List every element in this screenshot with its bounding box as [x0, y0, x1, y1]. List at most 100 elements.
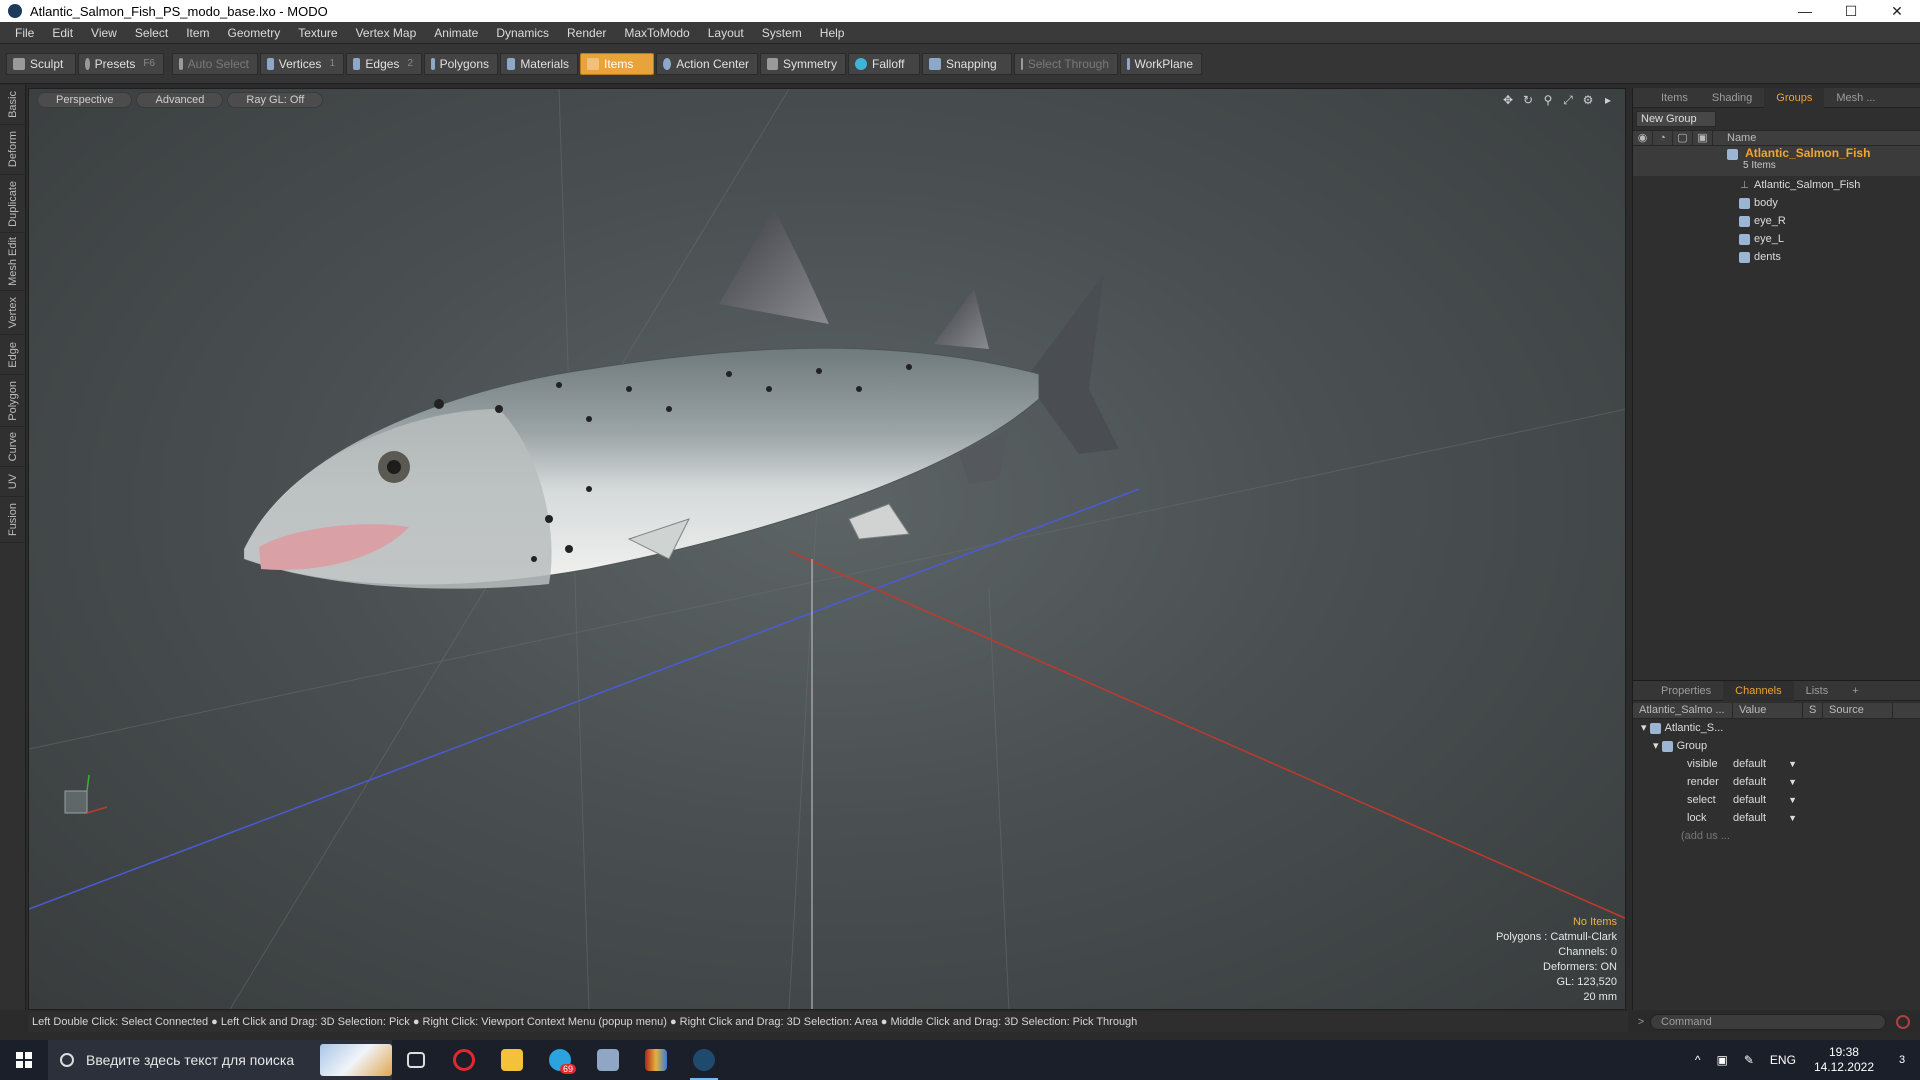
network-icon[interactable]: ▣ — [1709, 1053, 1736, 1067]
render-column-icon[interactable]: ◔ — [1653, 131, 1673, 145]
group-row-atlantic-salmon[interactable]: Atlantic_Salmon_Fish 5 Items — [1633, 146, 1920, 176]
sculpt-button[interactable]: Sculpt — [6, 52, 76, 75]
channel-row-visible[interactable]: visible default ▼ — [1633, 755, 1920, 773]
menu-item[interactable]: Item — [177, 22, 218, 44]
menu-dynamics[interactable]: Dynamics — [487, 22, 558, 44]
opera-taskbar-button[interactable] — [440, 1040, 488, 1080]
polygons-button[interactable]: Polygons — [424, 52, 498, 75]
tab-fusion[interactable]: Fusion — [0, 497, 26, 543]
tab-deform[interactable]: Deform — [0, 125, 26, 175]
app-taskbar-button[interactable] — [584, 1040, 632, 1080]
tab-add[interactable]: + — [1840, 681, 1870, 701]
channel-value-dropdown[interactable]: default ▼ — [1733, 755, 1803, 773]
language-indicator[interactable]: ENG — [1762, 1053, 1804, 1067]
menu-file[interactable]: File — [6, 22, 43, 44]
select-through-button[interactable]: Select Through — [1014, 52, 1118, 75]
vertices-button[interactable]: Vertices 1 — [260, 52, 344, 75]
menu-layout[interactable]: Layout — [699, 22, 753, 44]
tab-uv[interactable]: UV — [0, 467, 26, 497]
explorer-taskbar-button[interactable] — [488, 1040, 536, 1080]
visibility-column-icon[interactable]: ◉ — [1633, 131, 1653, 145]
channel-value-dropdown[interactable]: default ▼ — [1733, 773, 1803, 791]
pan-icon[interactable]: ✥ — [1501, 93, 1515, 107]
materials-button[interactable]: Materials — [500, 52, 578, 75]
menu-maxtomodo[interactable]: MaxToModo — [615, 22, 698, 44]
tab-basic[interactable]: Basic — [0, 85, 26, 125]
falloff-button[interactable]: Falloff — [848, 52, 920, 75]
task-view-button[interactable] — [392, 1040, 440, 1080]
channel-value-dropdown[interactable]: default ▼ — [1733, 809, 1803, 827]
rotate-icon[interactable]: ↻ — [1521, 93, 1535, 107]
tab-channels[interactable]: Channels — [1723, 680, 1794, 701]
add-user-channel-row[interactable]: (add us ... — [1633, 827, 1920, 845]
presets-button[interactable]: Presets F6 — [78, 52, 164, 75]
viewport-settings-icon[interactable]: ⚙ — [1581, 93, 1595, 107]
select-column-icon[interactable]: ▢ — [1673, 131, 1693, 145]
tab-lists[interactable]: Lists — [1794, 681, 1841, 701]
symmetry-button[interactable]: Symmetry — [760, 52, 846, 75]
channel-row-lock[interactable]: lock default ▼ — [1633, 809, 1920, 827]
taskbar-clock[interactable]: 19:38 14.12.2022 — [1804, 1045, 1884, 1075]
view-mode-button[interactable]: Perspective — [37, 92, 133, 108]
lock-column-icon[interactable]: ▣ — [1693, 131, 1713, 145]
menu-edit[interactable]: Edit — [43, 22, 82, 44]
menu-render[interactable]: Render — [558, 22, 615, 44]
list-item[interactable]: eye_R — [1633, 212, 1920, 230]
channel-value-dropdown[interactable]: default ▼ — [1733, 791, 1803, 809]
menu-system[interactable]: System — [753, 22, 811, 44]
menu-help[interactable]: Help — [811, 22, 854, 44]
workplane-button[interactable]: WorkPlane — [1120, 52, 1202, 75]
pen-icon[interactable]: ✎ — [1736, 1053, 1762, 1067]
tab-curve[interactable]: Curve — [0, 427, 26, 467]
menu-vertex-map[interactable]: Vertex Map — [347, 22, 426, 44]
telegram-taskbar-button[interactable]: 69 — [536, 1040, 584, 1080]
zoom-icon[interactable]: ⚲ — [1541, 93, 1555, 107]
list-item[interactable]: body — [1633, 194, 1920, 212]
list-item[interactable]: ⊥ Atlantic_Salmon_Fish — [1633, 176, 1920, 194]
modo-taskbar-button[interactable] — [680, 1040, 728, 1080]
list-item[interactable]: dents — [1633, 248, 1920, 266]
tab-properties[interactable]: Properties — [1649, 681, 1723, 701]
menu-select[interactable]: Select — [126, 22, 177, 44]
tab-mesh-edit[interactable]: Mesh Edit — [0, 233, 26, 291]
tab-shading[interactable]: Shading — [1700, 88, 1764, 108]
items-button[interactable]: Items — [580, 52, 654, 75]
viewport-menu-icon[interactable]: ▸ — [1601, 93, 1615, 107]
raygl-button[interactable]: Ray GL: Off — [227, 92, 324, 108]
start-button[interactable] — [0, 1040, 48, 1080]
command-input[interactable]: Command — [1650, 1014, 1886, 1030]
action-center-button[interactable]: Action Center — [656, 52, 758, 75]
record-macro-icon[interactable] — [1896, 1015, 1910, 1029]
tab-mesh[interactable]: Mesh ... — [1824, 88, 1887, 108]
menu-animate[interactable]: Animate — [425, 22, 487, 44]
fit-icon[interactable]: ⤢ — [1561, 93, 1575, 107]
snapping-button[interactable]: Snapping — [922, 52, 1012, 75]
3d-viewport[interactable]: Perspective Advanced Ray GL: Off ✥ ↻ ⚲ ⤢… — [28, 88, 1626, 1010]
tab-duplicate[interactable]: Duplicate — [0, 175, 26, 233]
maximize-button[interactable]: ☐ — [1828, 0, 1874, 22]
channel-group-row[interactable]: ▾ Group — [1633, 737, 1920, 755]
tab-vertex[interactable]: Vertex — [0, 291, 26, 335]
menu-geometry[interactable]: Geometry — [219, 22, 290, 44]
tab-groups[interactable]: Groups — [1764, 87, 1825, 108]
notification-button[interactable]: 3 — [1884, 1040, 1920, 1080]
menu-view[interactable]: View — [82, 22, 126, 44]
taskbar-search[interactable]: Введите здесь текст для поиска — [48, 1040, 392, 1080]
channel-row-select[interactable]: select default ▼ — [1633, 791, 1920, 809]
tray-overflow-icon[interactable]: ^ — [1687, 1053, 1709, 1067]
channel-row-render[interactable]: render default ▼ — [1633, 773, 1920, 791]
new-group-button[interactable]: New Group — [1636, 111, 1716, 127]
tab-items[interactable]: Items — [1649, 88, 1700, 108]
minimize-button[interactable]: — — [1782, 0, 1828, 22]
list-item[interactable]: eye_L — [1633, 230, 1920, 248]
orientation-gizmo[interactable] — [64, 774, 108, 814]
close-button[interactable]: ✕ — [1874, 0, 1920, 22]
edges-button[interactable]: Edges 2 — [346, 52, 422, 75]
tab-polygon[interactable]: Polygon — [0, 375, 26, 427]
menu-texture[interactable]: Texture — [289, 22, 346, 44]
winrar-taskbar-button[interactable] — [632, 1040, 680, 1080]
shading-mode-button[interactable]: Advanced — [136, 92, 224, 108]
tab-edge[interactable]: Edge — [0, 335, 26, 375]
auto-select-button[interactable]: Auto Select — [172, 52, 258, 75]
channel-root-row[interactable]: ▾ Atlantic_S... — [1633, 719, 1920, 737]
